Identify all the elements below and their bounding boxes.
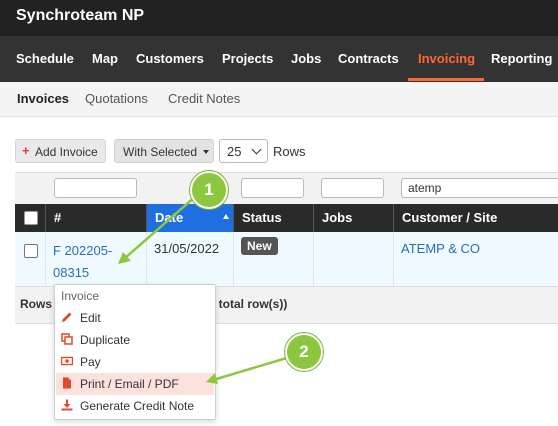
annotation-arrows bbox=[118, 195, 291, 384]
annotation-badge-1: 1 bbox=[190, 171, 228, 209]
annotation-badge-2: 2 bbox=[285, 333, 323, 371]
arrow-to-print-item bbox=[212, 355, 291, 382]
arrow-to-invoice-link bbox=[124, 195, 197, 259]
arrowhead-icon bbox=[206, 373, 218, 384]
